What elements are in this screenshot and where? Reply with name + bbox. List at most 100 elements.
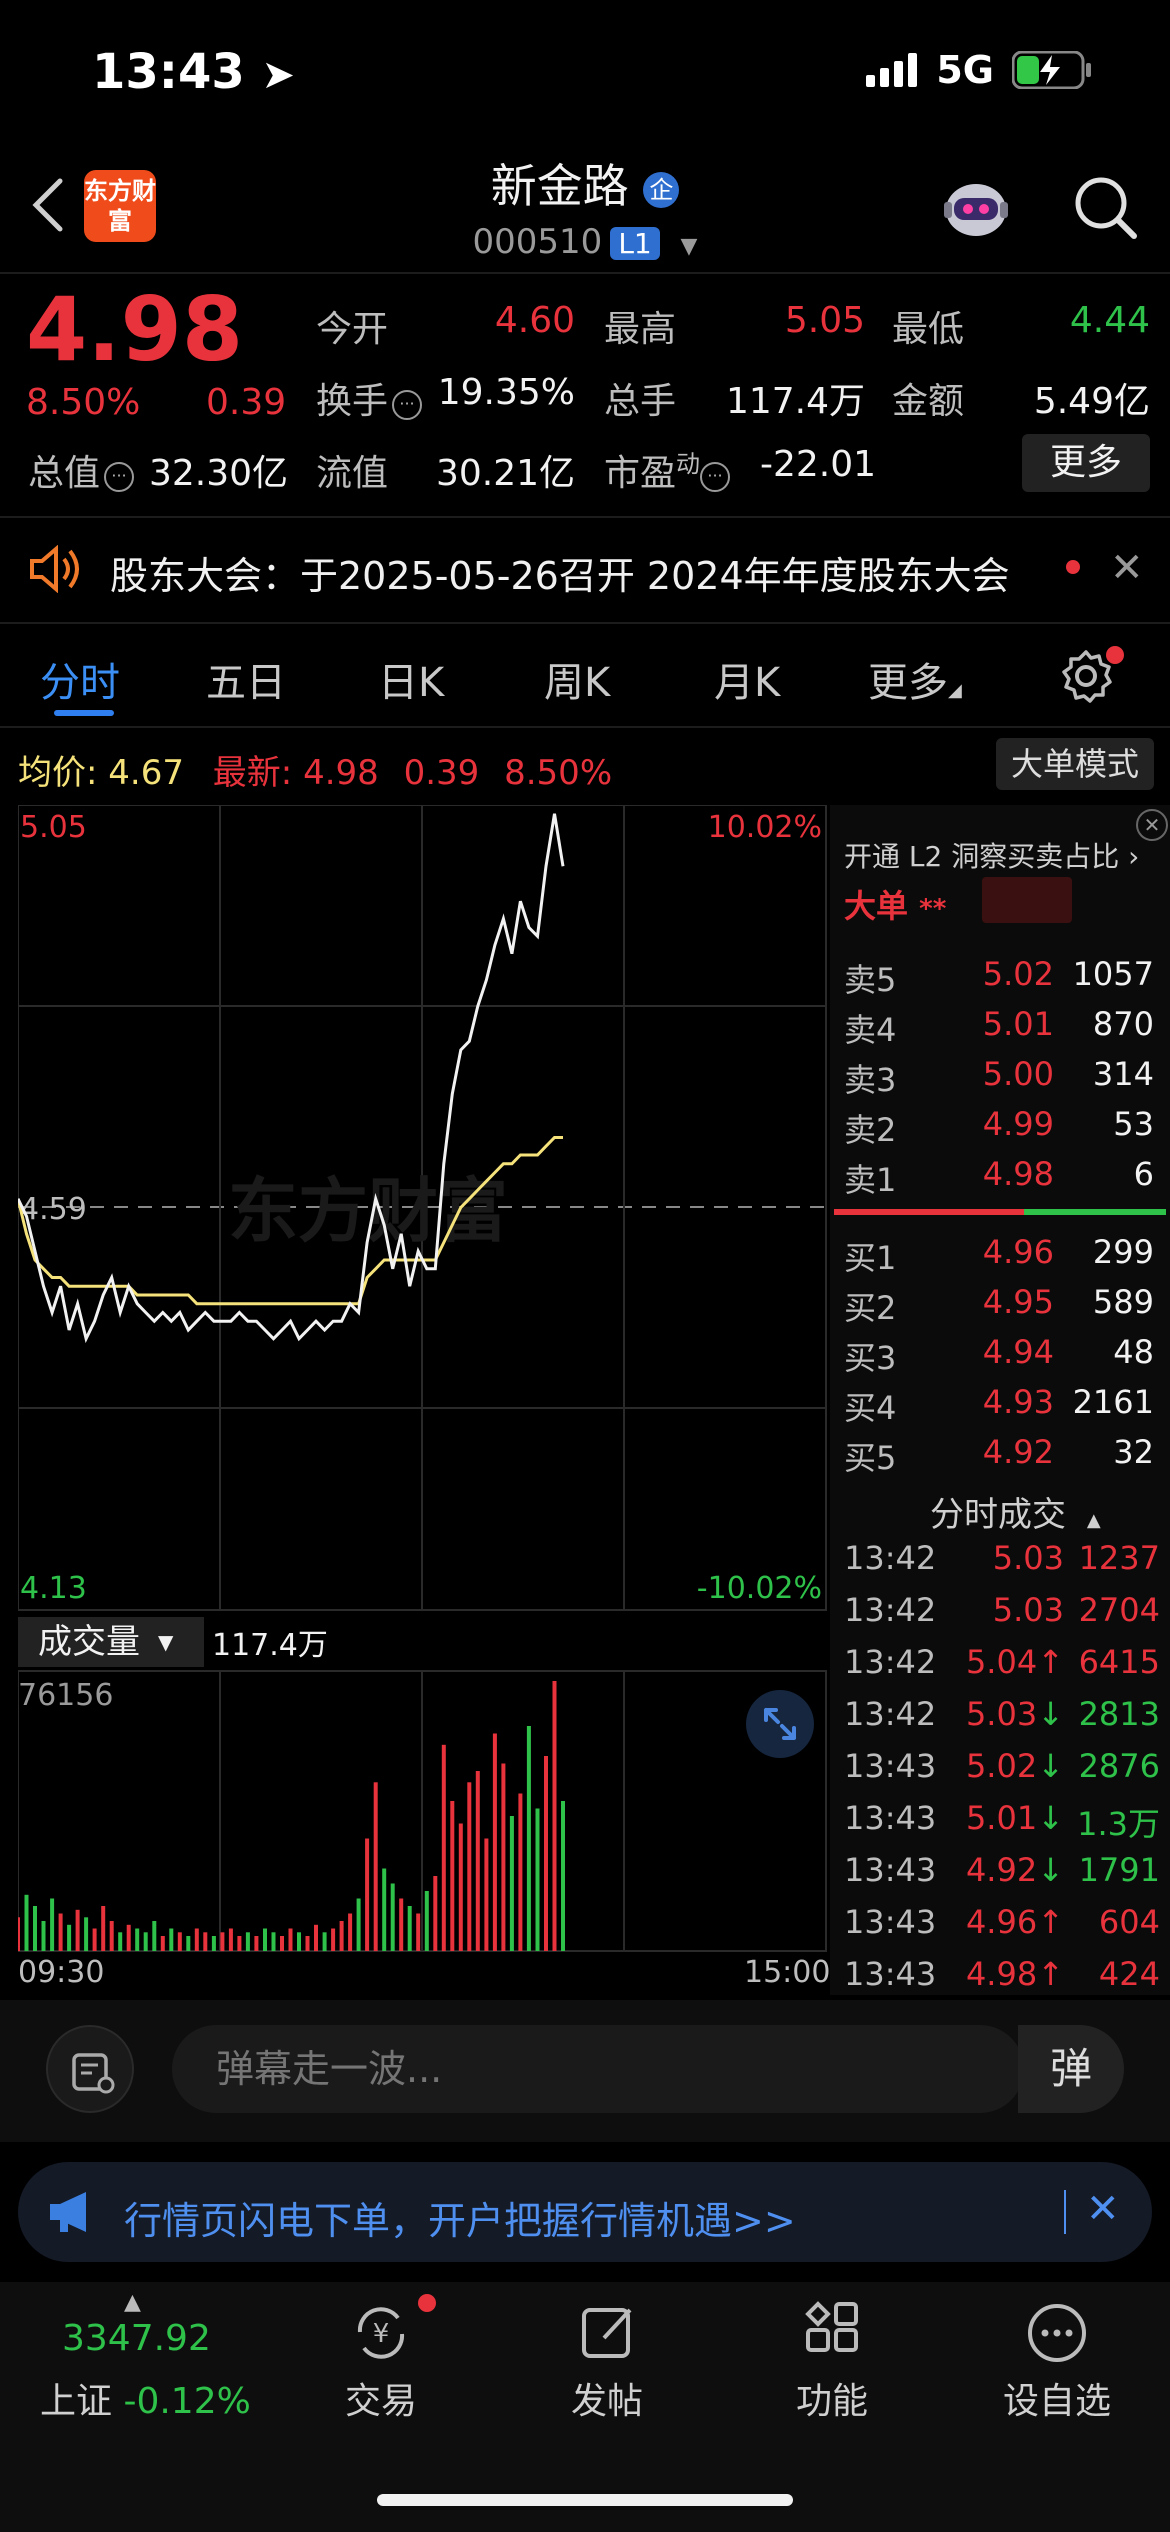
tab-monthly-k[interactable]: 月K xyxy=(714,650,780,708)
latest-label: 最新: xyxy=(212,753,293,793)
trade-volume: 6415 xyxy=(1078,1643,1160,1681)
volume-bar xyxy=(433,1876,438,1951)
volume-bar xyxy=(18,1917,20,1952)
avg-label: 均价: xyxy=(18,753,98,793)
index-value[interactable]: 3347.92 xyxy=(62,2318,211,2359)
comment-settings-button[interactable] xyxy=(46,2025,134,2113)
volume-bar xyxy=(271,1932,276,1952)
trade-time: 13:43 xyxy=(844,1903,937,1941)
big-order-mode-button[interactable]: 大单模式 xyxy=(996,738,1154,790)
volume-bar xyxy=(416,1913,421,1951)
trade-time: 13:42 xyxy=(844,1591,937,1629)
tab-daily-k[interactable]: 日K xyxy=(378,650,444,708)
home-indicator xyxy=(377,2494,793,2506)
info-dots-icon[interactable]: ··· xyxy=(700,462,731,492)
bid-row: 买2 4.95 589 xyxy=(844,1283,1154,1329)
trade-yen-icon[interactable]: ¥ xyxy=(348,2300,414,2366)
amount-value: 5.49亿 xyxy=(1033,381,1150,422)
search-icon[interactable] xyxy=(1070,172,1140,242)
index-row[interactable]: 上证 -0.12% xyxy=(40,2372,251,2424)
volume-bar xyxy=(305,1936,310,1951)
ask-row: 卖2 4.99 53 xyxy=(844,1105,1154,1151)
post-edit-icon[interactable] xyxy=(576,2300,642,2366)
volume-bar xyxy=(365,1838,370,1951)
caret-icon: ◢ xyxy=(948,680,962,701)
volume-bar xyxy=(348,1913,353,1951)
expand-chart-button[interactable] xyxy=(746,1690,814,1758)
ask-price: 4.99 xyxy=(982,1105,1054,1143)
trade-time: 13:43 xyxy=(844,1851,937,1889)
tab-set-watchlist[interactable]: 设自选 xyxy=(977,2372,1137,2424)
tab-trade[interactable]: 交易 xyxy=(301,2372,461,2424)
y-top-label: 5.05 xyxy=(20,810,87,845)
buy-ratio-bar xyxy=(1024,1209,1166,1215)
trade-price-value: 4.98 xyxy=(965,1955,1038,1993)
trade-volume: 2704 xyxy=(1078,1591,1160,1629)
close-icon[interactable]: ✕ xyxy=(1110,545,1144,591)
bid-price: 4.94 xyxy=(982,1333,1054,1371)
ask-label: 卖2 xyxy=(844,1111,897,1149)
trade-row: 13:42 5.03↓ 2813 xyxy=(844,1695,1160,1733)
volume-max: 76156 xyxy=(18,1678,114,1713)
trades-title[interactable]: 分时成交 ▲ xyxy=(930,1487,1101,1536)
more-button[interactable]: 更多 xyxy=(1022,434,1150,492)
trade-volume: 1791 xyxy=(1078,1851,1160,1889)
tab-more[interactable]: 更多◢ xyxy=(868,650,962,708)
l2-upsell[interactable]: 开通 L2 洞察买卖占比 › xyxy=(844,835,1139,875)
volume-bar xyxy=(441,1744,446,1952)
bid-price: 4.93 xyxy=(982,1383,1054,1421)
status-time: 13:43 ➤ xyxy=(92,44,295,100)
tab-weekly-k[interactable]: 周K xyxy=(544,650,610,708)
close-icon[interactable]: ✕ xyxy=(1086,2186,1120,2232)
mktcap-label: 总值 ··· xyxy=(28,444,135,496)
tab-post[interactable]: 发帖 xyxy=(527,2372,687,2424)
trade-arrow: ↑ xyxy=(1037,1903,1064,1941)
volume-bar xyxy=(382,1868,387,1951)
svg-text:¥: ¥ xyxy=(373,2319,390,2349)
trade-price-value: 4.92 xyxy=(965,1851,1038,1889)
ask-row: 卖4 5.01 870 xyxy=(844,1005,1154,1051)
level-badge: L1 xyxy=(610,227,660,260)
ask-price: 4.98 xyxy=(982,1155,1054,1193)
bid-label: 买4 xyxy=(844,1389,897,1427)
more-dots-icon[interactable] xyxy=(1024,2300,1090,2366)
danmu-input[interactable] xyxy=(172,2025,1024,2113)
volume-bar xyxy=(169,1928,174,1951)
index-change: -0.12% xyxy=(123,2381,251,2422)
dropdown-caret-icon: ▼ xyxy=(680,234,698,259)
volume-indicator-select[interactable]: 成交量 ▼ xyxy=(18,1617,204,1667)
trades-title-text: 分时成交 xyxy=(930,1495,1066,1535)
tab-function[interactable]: 功能 xyxy=(752,2372,912,2424)
volume-bar xyxy=(484,1838,489,1951)
volume-bar xyxy=(211,1936,216,1951)
trade-price: 5.03↓ xyxy=(954,1695,1064,1733)
bid-row: 买1 4.96 299 xyxy=(844,1233,1154,1279)
pe-value: -22.01 xyxy=(760,444,877,485)
y-bottom-label: 4.13 xyxy=(20,1571,87,1606)
ask-price: 5.02 xyxy=(982,955,1054,993)
trade-time: 13:42 xyxy=(844,1643,937,1681)
info-dots-icon[interactable]: ··· xyxy=(392,390,423,420)
low-label: 最低 xyxy=(892,309,965,350)
turnover-label-text: 换手 xyxy=(316,381,389,422)
sell-ratio-bar xyxy=(834,1209,1024,1215)
pct-bottom-label: -10.02% xyxy=(697,1571,822,1606)
volume-bar xyxy=(220,1932,225,1952)
tab-five-day[interactable]: 五日 xyxy=(206,650,286,708)
tab-underline xyxy=(54,710,114,716)
danmu-toggle-button[interactable]: 弹 xyxy=(1018,2025,1124,2113)
function-grid-icon[interactable] xyxy=(800,2300,866,2366)
bid-volume: 2161 xyxy=(1072,1383,1154,1421)
trade-price: 5.04↑ xyxy=(954,1643,1064,1681)
ask-volume: 870 xyxy=(1092,1005,1154,1043)
volume-bar xyxy=(339,1921,344,1951)
close-icon[interactable]: ✕ xyxy=(1136,809,1168,841)
caret-up-icon: ▲ xyxy=(124,2290,141,2315)
robot-assistant-icon[interactable] xyxy=(940,172,1012,244)
tab-intraday[interactable]: 分时 xyxy=(40,650,120,708)
intraday-chart[interactable]: 东方财富 5.05 4.59 4.13 10.02% -10.02% xyxy=(18,805,830,1995)
ask-volume: 314 xyxy=(1092,1055,1154,1093)
tab-more-label: 更多 xyxy=(868,660,948,706)
bid-label: 买1 xyxy=(844,1239,897,1277)
info-dots-icon[interactable]: ··· xyxy=(104,462,135,492)
